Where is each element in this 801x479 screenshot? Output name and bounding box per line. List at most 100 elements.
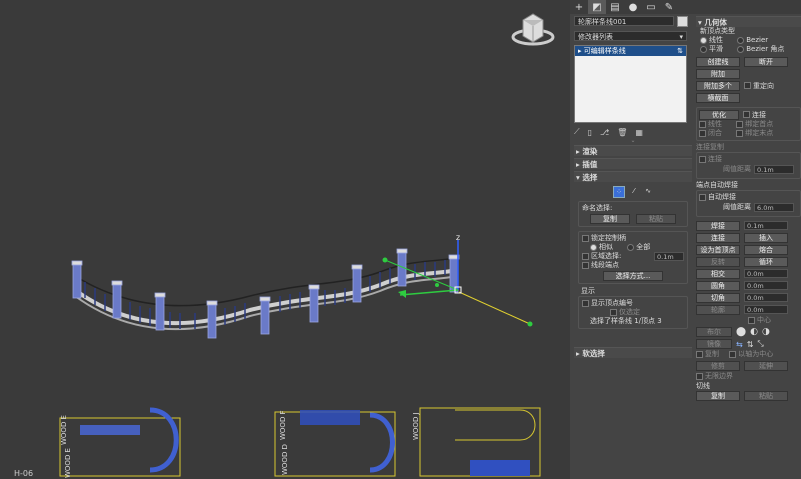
modify-tab[interactable]: ◩: [588, 0, 606, 14]
area-select-label: 区域选择:: [591, 252, 622, 260]
show-end-result-icon[interactable]: ▯: [588, 128, 592, 137]
mirror-button[interactable]: 镜像: [696, 339, 732, 349]
auto-weld-checkbox[interactable]: [699, 193, 706, 201]
object-name-field[interactable]: 轮廓样条线001: [574, 16, 674, 26]
selected-only-label: 仅选定: [619, 308, 640, 316]
create-line-button[interactable]: 创建线: [696, 57, 740, 67]
weld-spinner[interactable]: 0.1m: [744, 221, 788, 230]
rollout-soft-selection[interactable]: ▸ 软选择: [574, 347, 692, 358]
rollout-render[interactable]: ▸ 渲染: [574, 145, 692, 156]
outline-button[interactable]: 轮廓: [696, 304, 740, 315]
drawing-label-wood-d: WOOD D: [281, 444, 289, 475]
break-button[interactable]: 断开: [744, 57, 788, 67]
union-icon[interactable]: ⬤: [736, 327, 746, 337]
mirror-copy-checkbox[interactable]: [696, 350, 703, 358]
display-tab[interactable]: ▭: [642, 0, 660, 14]
drawing-label-wood-e-1: WOOD E: [60, 415, 68, 445]
connect-checkbox[interactable]: [743, 111, 750, 118]
pin-icon: ⇅: [677, 47, 683, 55]
mirror-vertical-icon[interactable]: ⇅: [747, 340, 754, 349]
tangent-paste-button[interactable]: 粘贴: [744, 391, 788, 401]
bind-first-checkbox[interactable]: [736, 120, 744, 128]
mirror-horizontal-icon[interactable]: ⇆: [736, 340, 743, 349]
linear-radio[interactable]: [700, 36, 707, 44]
tangent-copy-button[interactable]: 复制: [696, 391, 740, 401]
viewport-perspective[interactable]: Z WOOD E WOOD E WOOD F WOOD D WOOD J H-0…: [0, 0, 570, 479]
center-checkbox[interactable]: [748, 316, 755, 324]
smooth-radio[interactable]: [700, 45, 707, 53]
segment-end-checkbox[interactable]: [582, 261, 589, 269]
all-radio[interactable]: [627, 243, 635, 251]
make-first-button[interactable]: 设为首顶点: [696, 244, 740, 255]
chamfer-button[interactable]: 切角: [696, 292, 740, 303]
rollout-geometry[interactable]: ▾ 几何体: [696, 16, 801, 27]
fillet-spinner[interactable]: 0.0m: [744, 281, 788, 290]
refine-button[interactable]: 优化: [699, 110, 739, 120]
reverse-button[interactable]: 反转: [696, 256, 740, 267]
smooth-label: 平滑: [709, 45, 723, 53]
insert-button[interactable]: 插入: [744, 232, 788, 243]
chamfer-spinner[interactable]: 0.0m: [744, 293, 788, 302]
cross-section-button[interactable]: 横截面: [696, 93, 740, 103]
rollout-selection[interactable]: ▾ 选择: [574, 171, 692, 182]
attach-button[interactable]: 附加: [696, 69, 740, 79]
select-by-button[interactable]: 选择方式...: [603, 271, 663, 281]
object-color-swatch[interactable]: [677, 16, 688, 27]
reorient-checkbox[interactable]: [744, 82, 751, 89]
show-vertex-numbers-checkbox[interactable]: [582, 299, 589, 307]
cross-insert-spinner[interactable]: 0.0m: [744, 269, 788, 278]
cross-insert-button[interactable]: 相交: [696, 268, 740, 279]
subtract-icon[interactable]: ◐: [750, 327, 758, 337]
bezier-corner-radio[interactable]: [737, 45, 745, 53]
remove-modifier-icon[interactable]: 🗑: [617, 128, 627, 137]
viewport-canvas[interactable]: Z WOOD E WOOD E WOOD F WOOD D WOOD J H-0…: [0, 0, 570, 479]
trim-button[interactable]: 修剪: [696, 361, 740, 371]
bind-last-checkbox[interactable]: [736, 129, 744, 137]
cycle-button[interactable]: 循环: [744, 256, 788, 267]
spline-mode-icon[interactable]: ∿: [643, 186, 653, 196]
make-unique-icon[interactable]: ⎇: [600, 128, 609, 137]
bezier-radio[interactable]: [737, 36, 745, 44]
area-select-checkbox[interactable]: [582, 253, 589, 260]
command-panel-tabs: + ◩ ▤ ● ▭ ✎: [570, 0, 801, 14]
lock-handles-checkbox[interactable]: [582, 234, 589, 242]
infinite-bounds-checkbox[interactable]: [696, 372, 703, 380]
viewcube[interactable]: [511, 13, 555, 46]
rollout-interpolation[interactable]: ▸ 插值: [574, 158, 692, 169]
intersect-icon[interactable]: ◑: [762, 327, 770, 337]
connect-button[interactable]: 连接: [696, 232, 740, 243]
motion-tab[interactable]: ●: [624, 0, 642, 14]
stack-item-editable-spline[interactable]: ▸ 可编辑样条线 ⇅: [575, 46, 686, 56]
mirror-both-icon[interactable]: ⤡: [757, 339, 763, 349]
drawing-label-h06: H-06: [14, 469, 33, 478]
modifier-stack[interactable]: ▸ 可编辑样条线 ⇅: [574, 45, 687, 123]
linear-checkbox[interactable]: [699, 120, 706, 128]
boolean-button[interactable]: 布尔: [696, 327, 732, 337]
fillet-button[interactable]: 圆角: [696, 280, 740, 291]
vertex-mode-icon[interactable]: ⁘: [613, 186, 625, 198]
modifier-list-dropdown[interactable]: 修改器列表 ▾: [574, 31, 687, 41]
configure-sets-icon[interactable]: ▦: [635, 128, 643, 137]
about-pivot-checkbox[interactable]: [729, 350, 737, 358]
paste-selection-button[interactable]: 粘贴: [636, 214, 676, 224]
modify-icon: ◩: [592, 1, 602, 13]
connect-copy-checkbox[interactable]: [699, 155, 706, 163]
attach-multiple-button[interactable]: 附加多个: [696, 81, 740, 91]
fuse-button[interactable]: 熔合: [744, 244, 788, 255]
hierarchy-tab[interactable]: ▤: [606, 0, 624, 14]
extend-button[interactable]: 延伸: [744, 361, 788, 371]
create-tab[interactable]: +: [570, 0, 588, 14]
pin-stack-icon[interactable]: ⟋: [574, 127, 580, 137]
threshold2-spinner[interactable]: 6.0m: [754, 203, 794, 212]
bezier-handle-point[interactable]: [527, 321, 533, 327]
segment-mode-icon[interactable]: ⁄: [629, 186, 639, 196]
selected-only-checkbox[interactable]: [610, 308, 617, 316]
utilities-tab[interactable]: ✎: [660, 0, 678, 14]
closed-checkbox[interactable]: [699, 129, 706, 137]
alike-radio[interactable]: [590, 243, 597, 251]
weld-button[interactable]: 焊接: [696, 220, 740, 231]
copy-selection-button[interactable]: 复制: [590, 214, 630, 224]
threshold-spinner[interactable]: 0.1m: [754, 165, 794, 174]
outline-spinner[interactable]: 0.0m: [744, 305, 788, 314]
area-select-spinner[interactable]: 0.1m: [654, 252, 684, 261]
